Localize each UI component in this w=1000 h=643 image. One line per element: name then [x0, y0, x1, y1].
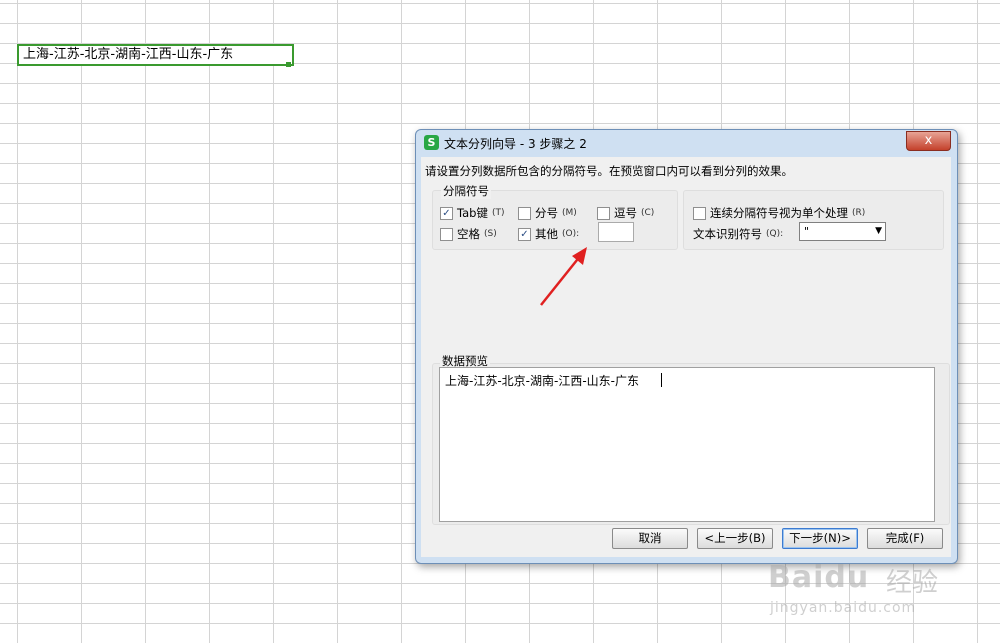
semicolon-hotkey: (M): [562, 208, 577, 218]
space-option[interactable]: 空格 (S): [440, 226, 497, 242]
other-delimiter-input[interactable]: [598, 222, 634, 242]
dropdown-arrow-icon: ▼: [875, 226, 882, 236]
other-hotkey: (O):: [562, 229, 580, 239]
qualifier-label: 文本识别符号: [693, 227, 762, 241]
back-button[interactable]: <上一步(B): [697, 528, 773, 549]
watermark-logo: Baidu: [768, 560, 870, 595]
consecutive-checkbox[interactable]: [693, 206, 706, 220]
watermark-url: jingyan.baidu.com: [770, 600, 917, 616]
other-label: 其他: [535, 227, 558, 241]
qualifier-label-row: 文本识别符号 (Q):: [693, 226, 783, 242]
consecutive-hotkey: (R): [852, 208, 866, 218]
text-caret: [661, 373, 662, 387]
space-hotkey: (S): [484, 229, 497, 239]
space-label: 空格: [457, 227, 480, 241]
tab-option[interactable]: ✓ Tab键 (T): [440, 205, 505, 221]
other-option[interactable]: ✓ 其他 (O):: [518, 226, 579, 242]
tab-checkbox[interactable]: ✓: [440, 206, 453, 220]
preview-row: 上海-江苏-北京-湖南-江西-山东-广东: [445, 374, 639, 388]
active-cell[interactable]: 上海-江苏-北京-湖南-江西-山东-广东: [17, 44, 294, 66]
consecutive-option[interactable]: 连续分隔符号视为单个处理 (R): [693, 205, 865, 221]
red-arrow-annotation: [540, 247, 587, 306]
dialog-titlebar[interactable]: S 文本分列向导 - 3 步骤之 2 x: [416, 130, 957, 156]
comma-label: 逗号: [614, 206, 637, 220]
other-checkbox[interactable]: ✓: [518, 227, 531, 241]
wps-app-icon: S: [424, 135, 439, 150]
semicolon-option[interactable]: 分号 (M): [518, 205, 577, 221]
text-to-columns-dialog: S 文本分列向导 - 3 步骤之 2 x 请设置分列数据所包含的分隔符号。在预览…: [415, 129, 958, 564]
close-button[interactable]: x: [906, 131, 951, 151]
comma-checkbox[interactable]: [597, 206, 610, 220]
watermark-cn-text: 经验: [886, 568, 939, 598]
comma-hotkey: (C): [641, 208, 655, 218]
space-checkbox[interactable]: [440, 227, 453, 241]
cancel-button[interactable]: 取消: [612, 528, 688, 549]
comma-option[interactable]: 逗号 (C): [597, 205, 654, 221]
fill-handle[interactable]: [286, 62, 291, 67]
tab-hotkey: (T): [491, 208, 505, 218]
qualifier-hotkey: (Q):: [766, 229, 784, 239]
qualifier-value: ": [804, 225, 810, 238]
dialog-client-area: 请设置分列数据所包含的分隔符号。在预览窗口内可以看到分列的效果。 分隔符号 ✓ …: [421, 157, 951, 557]
baidu-jingyan-watermark: Baidu 经验 jingyan.baidu.com: [768, 560, 968, 630]
instruction-text: 请设置分列数据所包含的分隔符号。在预览窗口内可以看到分列的效果。: [425, 164, 793, 178]
next-button[interactable]: 下一步(N)>: [782, 528, 858, 549]
consecutive-label: 连续分隔符号视为单个处理: [710, 206, 848, 220]
data-preview-box[interactable]: 上海-江苏-北京-湖南-江西-山东-广东: [439, 367, 935, 522]
tab-label: Tab键: [457, 206, 488, 220]
dialog-title: 文本分列向导 - 3 步骤之 2: [444, 137, 587, 151]
semicolon-label: 分号: [535, 206, 558, 220]
finish-button[interactable]: 完成(F): [867, 528, 943, 549]
active-cell-value: 上海-江苏-北京-湖南-江西-山东-广东: [23, 47, 234, 62]
delimiter-group-legend: 分隔符号: [441, 183, 491, 199]
qualifier-select[interactable]: " ▼: [799, 222, 886, 241]
semicolon-checkbox[interactable]: [518, 206, 531, 220]
